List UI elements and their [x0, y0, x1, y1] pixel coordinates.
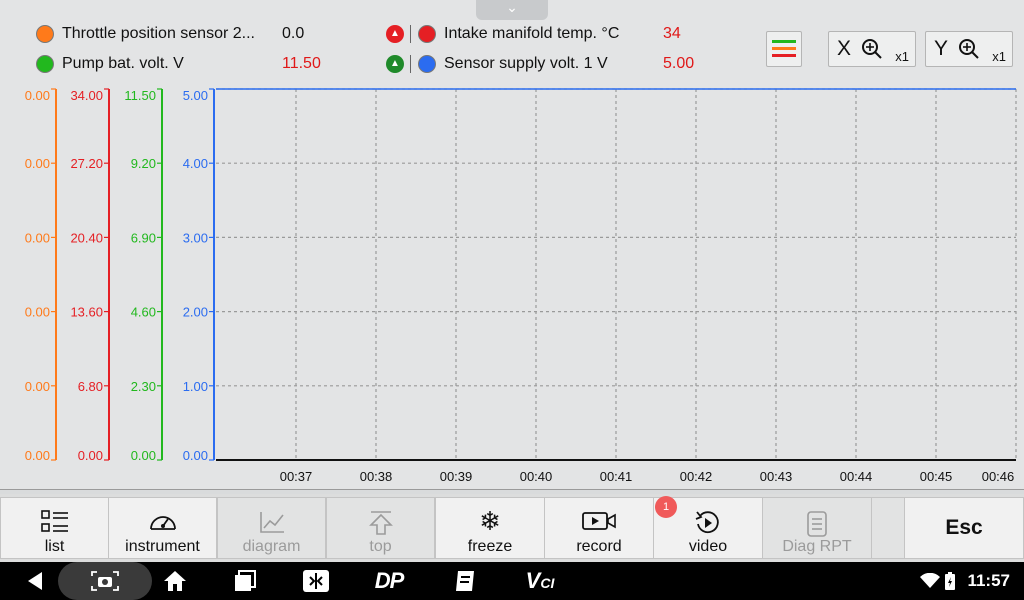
y-tick-label: 5.00 — [183, 88, 208, 103]
button-label: Diag RPT — [782, 538, 852, 555]
y-tick-label: 0.00 — [25, 230, 50, 245]
list-icon — [40, 510, 68, 532]
button-label: freeze — [467, 538, 513, 555]
recent-apps-icon[interactable] — [228, 562, 262, 600]
freeze-button[interactable]: ❄ freeze — [435, 497, 545, 559]
y-tick-label: 4.60 — [131, 305, 156, 320]
x-tick-label: 00:43 — [760, 469, 793, 484]
report-icon[interactable] — [448, 562, 482, 600]
y-tick-label: 27.20 — [70, 156, 103, 171]
document-icon — [807, 511, 827, 537]
x-tick-label: 00:37 — [280, 469, 313, 484]
button-label: Esc — [945, 516, 983, 539]
toolbar-spacer — [871, 497, 905, 559]
y-tick-label: 2.30 — [131, 379, 156, 394]
y-tick-label: 3.00 — [183, 230, 208, 245]
instrument-button[interactable]: instrument — [108, 497, 217, 559]
x-tick-label: 00:44 — [840, 469, 873, 484]
y-tick-label: 20.40 — [70, 230, 103, 245]
list-button[interactable]: list — [0, 497, 109, 559]
home-icon[interactable] — [158, 562, 192, 600]
y-tick-label: 0.00 — [78, 448, 103, 463]
y-tick-label: 0.00 — [25, 88, 50, 103]
dp-app-icon[interactable] — [296, 562, 336, 600]
video-count-badge: 1 — [655, 496, 677, 518]
y-tick-label: 2.00 — [183, 305, 208, 320]
button-label: video — [688, 538, 728, 555]
button-label: instrument — [125, 538, 200, 555]
clock: 11:57 — [967, 571, 1010, 590]
button-label: record — [576, 538, 622, 555]
system-navigation-bar: DP VCI 11:57 — [0, 562, 1024, 600]
top-button[interactable]: top — [326, 497, 435, 559]
snowflake-icon: ❄ — [479, 506, 501, 536]
video-camera-icon — [582, 512, 616, 530]
y-tick-label: 13.60 — [70, 305, 103, 320]
vci-icon[interactable]: VCI — [518, 562, 562, 600]
button-label: list — [44, 538, 65, 555]
replay-icon — [695, 511, 719, 534]
y-tick-label: 0.00 — [25, 448, 50, 463]
y-tick-label: 0.00 — [25, 156, 50, 171]
y-tick-label: 9.20 — [131, 156, 156, 171]
y-tick-label: 0.00 — [25, 379, 50, 394]
line-chart-icon — [259, 512, 284, 533]
screenshot-icon[interactable] — [58, 562, 152, 600]
x-tick-label: 00:45 — [920, 469, 953, 484]
x-tick-label: 00:39 — [440, 469, 473, 484]
gauge-icon — [149, 516, 176, 530]
button-label: top — [369, 538, 392, 555]
data-stream-graph-screen: ⌄ Throttle position sensor 2... 0.0 Pump… — [0, 0, 1024, 490]
y-tick-label: 6.80 — [78, 379, 103, 394]
y-tick-label: 34.00 — [70, 88, 103, 103]
y-tick-label: 1.00 — [183, 379, 208, 394]
x-tick-label: 00:42 — [680, 469, 713, 484]
y-tick-label: 0.00 — [131, 448, 156, 463]
arrow-up-icon — [368, 511, 393, 535]
x-tick-label: 00:41 — [600, 469, 633, 484]
back-icon[interactable] — [18, 562, 52, 600]
button-label: diagram — [242, 538, 301, 555]
esc-button[interactable]: Esc — [904, 497, 1024, 559]
x-tick-label: 00:38 — [360, 469, 393, 484]
y-tick-label: 11.50 — [124, 88, 156, 103]
x-tick-label: 00:40 — [520, 469, 553, 484]
wifi-icon — [918, 562, 942, 600]
y-tick-label: 0.00 — [183, 448, 208, 463]
record-button[interactable]: record — [544, 497, 654, 559]
data-stream-chart[interactable]: 00:37 00:38 00:39 00:40 00:41 00:42 00:43 00:44… — [0, 0, 1024, 490]
y-tick-label: 4.00 — [183, 156, 208, 171]
y-tick-label: 0.00 — [25, 305, 50, 320]
y-tick-label: 6.90 — [131, 230, 156, 245]
diag-report-button[interactable]: Diag RPT — [762, 497, 872, 559]
dp-logo-icon[interactable]: DP — [364, 562, 414, 600]
x-tick-label: 00:46 — [982, 469, 1015, 484]
battery-charging-icon — [942, 562, 958, 600]
diagram-button[interactable]: diagram — [217, 497, 326, 559]
bottom-toolbar: list instrument diagram top ❄ freeze rec… — [0, 494, 1024, 562]
